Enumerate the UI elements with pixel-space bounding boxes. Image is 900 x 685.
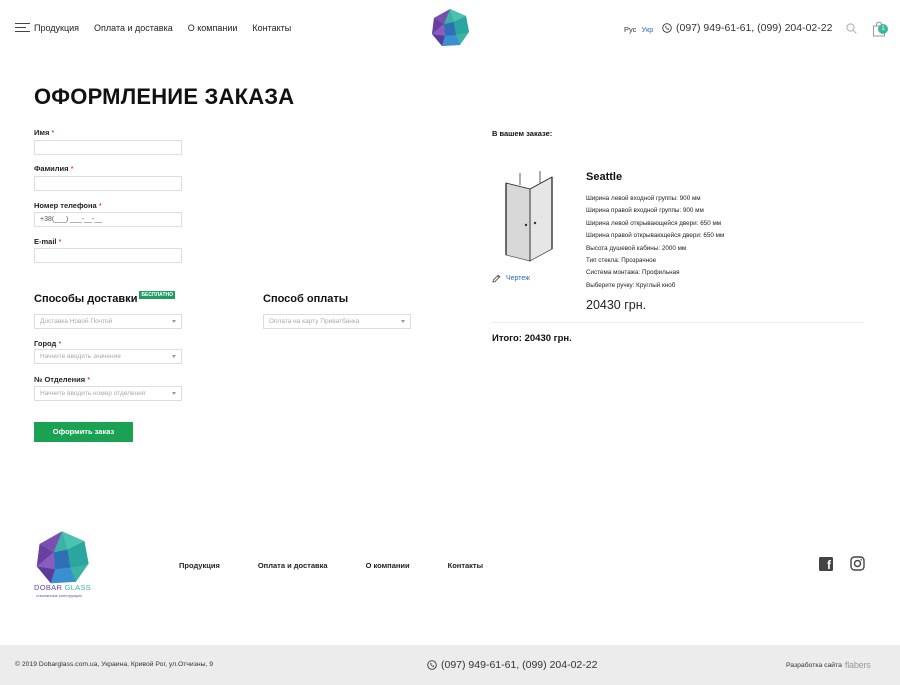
spec-item: Ширина правой открывающейся двери: 650 м… bbox=[586, 232, 725, 240]
branch-label: № Отделения * bbox=[34, 375, 91, 384]
spec-item: Ширина правой входной группы: 900 мм bbox=[586, 207, 704, 215]
instagram-icon[interactable] bbox=[850, 556, 865, 571]
language-switch: Рус Укр bbox=[624, 25, 653, 34]
spec-item: Ширина левой входной группы: 900 мм bbox=[586, 195, 701, 202]
branch-select[interactable]: Начните вводить номер отделения bbox=[34, 386, 182, 401]
spec-item: Тип стекла: Прозрачное bbox=[586, 256, 657, 264]
drawing-link-label[interactable]: Чертеж bbox=[506, 275, 530, 282]
developer-label: Разработка сайта bbox=[786, 661, 842, 669]
footer-nav-about[interactable]: О компании bbox=[366, 561, 410, 570]
spec-item: Выберите ручку: Круглый кноб bbox=[586, 281, 676, 289]
chevron-down-icon bbox=[172, 320, 176, 323]
phone-input[interactable] bbox=[34, 212, 182, 227]
email-label: E-mail * bbox=[34, 237, 62, 246]
product-price: 20430 грн. bbox=[586, 298, 647, 312]
site-header: Продукция Оплата и доставка О компании К… bbox=[0, 0, 900, 60]
name-input[interactable] bbox=[34, 140, 182, 155]
lang-uk[interactable]: Укр bbox=[642, 25, 654, 34]
phone-icon bbox=[662, 23, 672, 33]
payment-select[interactable]: Оплата на карту Приватбанка bbox=[263, 314, 411, 329]
delivery-select[interactable]: Доставка Новой Почтой bbox=[34, 314, 182, 329]
product-specs: Ширина левой входной группы: 900 мм Шири… bbox=[586, 193, 724, 292]
city-select[interactable]: Начните вводить значение bbox=[34, 349, 182, 364]
chevron-down-icon bbox=[401, 320, 405, 323]
copyright: © 2019 Dobarglass.com.ua, Украина, Криво… bbox=[15, 661, 214, 668]
email-input[interactable] bbox=[34, 248, 182, 263]
nav-payment-delivery[interactable]: Оплата и доставка bbox=[94, 23, 173, 33]
submit-order-button[interactable]: Оформить заказ bbox=[34, 422, 133, 442]
free-badge: БЕСПЛАТНО bbox=[139, 291, 176, 299]
footer-brand-subtitle: стеклянные конструкции bbox=[36, 593, 82, 598]
footer-phones: (097) 949-61-61, (099) 204-02-22 bbox=[427, 659, 597, 671]
header-phones: (097) 949-61-61, (099) 204-02-22 bbox=[662, 22, 832, 34]
chevron-down-icon bbox=[172, 392, 176, 395]
nav-about[interactable]: О компании bbox=[188, 23, 238, 33]
developer-credit[interactable]: Разработка сайта flabers bbox=[786, 660, 871, 670]
main-nav: Продукция Оплата и доставка О компании К… bbox=[34, 23, 306, 33]
nav-products[interactable]: Продукция bbox=[34, 23, 79, 33]
order-title: В вашем заказе: bbox=[492, 129, 553, 138]
lang-ru[interactable]: Рус bbox=[624, 25, 636, 34]
developer-brand[interactable]: flabers bbox=[845, 660, 871, 670]
name-label: Имя * bbox=[34, 128, 55, 137]
phone-label: Номер телефона * bbox=[34, 201, 102, 210]
footer-bottom-bar: © 2019 Dobarglass.com.ua, Украина, Криво… bbox=[0, 645, 900, 685]
nav-contacts[interactable]: Контакты bbox=[252, 23, 291, 33]
page-title: ОФОРМЛЕНИЕ ЗАКАЗА bbox=[34, 84, 295, 109]
spec-item: Система монтажа: Профильная bbox=[586, 269, 680, 277]
facebook-icon[interactable]: f bbox=[819, 557, 833, 571]
product-image[interactable] bbox=[500, 169, 556, 263]
order-total: Итого: 20430 грн. bbox=[492, 333, 572, 344]
footer-logo-icon[interactable] bbox=[34, 530, 90, 586]
footer-phone-numbers[interactable]: (097) 949-61-61, (099) 204-02-22 bbox=[441, 659, 597, 671]
footer-nav-payment-delivery[interactable]: Оплата и доставка bbox=[258, 561, 328, 570]
order-divider bbox=[492, 322, 864, 323]
logo-icon[interactable] bbox=[430, 8, 470, 48]
footer-brand: DOBAR GLASS bbox=[34, 583, 92, 592]
footer-nav-contacts[interactable]: Контакты bbox=[448, 561, 483, 570]
header-phone-numbers[interactable]: (097) 949-61-61, (099) 204-02-22 bbox=[676, 22, 832, 34]
surname-input[interactable] bbox=[34, 176, 182, 191]
spec-item: Ширина левой открывающейся двери: 650 мм bbox=[586, 219, 722, 227]
city-label: Город * bbox=[34, 339, 62, 348]
surname-label: Фамилия * bbox=[34, 164, 74, 173]
pencil-icon bbox=[492, 274, 501, 283]
drawing-link[interactable]: Чертеж bbox=[492, 274, 530, 283]
spec-item: Высота душевой кабины: 2000 мм bbox=[586, 244, 687, 252]
payment-title: Способ оплаты bbox=[263, 293, 349, 305]
footer-nav-products[interactable]: Продукция bbox=[179, 561, 220, 570]
phone-icon bbox=[427, 660, 437, 670]
footer-nav: Продукция Оплата и доставка О компании К… bbox=[179, 561, 521, 570]
menu-icon[interactable] bbox=[15, 23, 30, 33]
cart-count-badge: 1 bbox=[878, 24, 888, 34]
product-name[interactable]: Seattle bbox=[586, 171, 622, 183]
search-icon[interactable] bbox=[846, 23, 857, 34]
chevron-down-icon bbox=[172, 355, 176, 358]
delivery-title: Способы доставки БЕСПЛАТНО bbox=[34, 291, 176, 305]
